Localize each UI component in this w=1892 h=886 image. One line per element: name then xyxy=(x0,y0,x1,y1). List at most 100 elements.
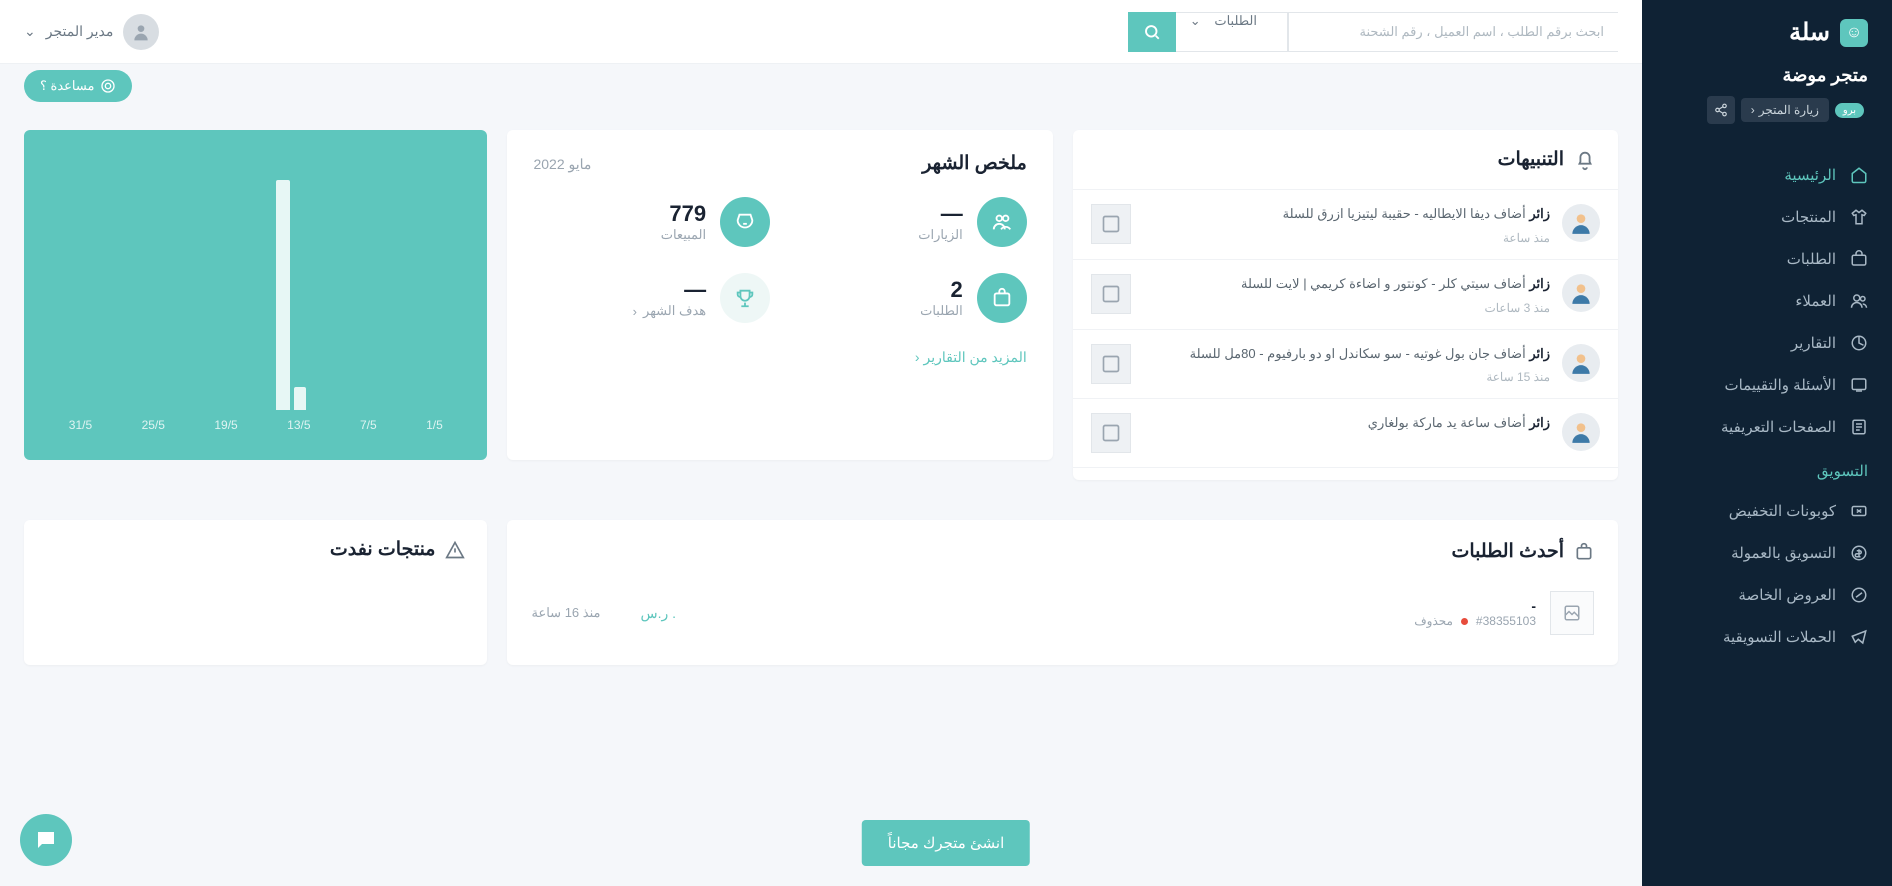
person-icon xyxy=(1568,350,1594,376)
chart-bar xyxy=(294,387,306,410)
alert-time: منذ 15 ساعة xyxy=(1143,370,1550,384)
chart-tick: 1/5 xyxy=(426,418,443,432)
share-store-button[interactable] xyxy=(1707,96,1735,124)
chart-bar xyxy=(276,180,290,410)
chart-tick: 31/5 xyxy=(69,418,92,432)
product-icon xyxy=(1101,423,1121,443)
lifebuoy-icon xyxy=(100,78,116,94)
order-row[interactable]: - #38355103 محذوف . ر.س منذ 16 ساعة xyxy=(531,581,1594,645)
stat-sales: 779 المبيعات xyxy=(533,197,770,247)
bell-icon xyxy=(1574,149,1596,171)
order-time: منذ 16 ساعة xyxy=(531,605,600,621)
stat-goal: — هدف الشهر ‹ xyxy=(533,273,770,323)
chevron-left-icon[interactable]: ‹ xyxy=(633,304,637,319)
chat-bubble-button[interactable] xyxy=(20,814,72,866)
product-icon xyxy=(1101,214,1121,234)
summary-title: ملخص الشهر xyxy=(922,152,1027,175)
user-menu[interactable]: مدير المتجر ⌄ xyxy=(24,14,159,50)
goal-icon xyxy=(720,273,770,323)
nav-label: المنتجات xyxy=(1781,208,1836,226)
search-input[interactable] xyxy=(1288,12,1618,52)
chat-icon xyxy=(34,828,58,852)
visit-store-label: زيارة المتجر xyxy=(1759,103,1819,117)
orders-label: الطلبات xyxy=(920,303,963,319)
product-icon xyxy=(1101,284,1121,304)
order-name: - xyxy=(1414,598,1536,614)
order-status: محذوف xyxy=(1414,614,1453,628)
chevron-down-icon: ⌄ xyxy=(24,23,36,40)
nav-label: التقارير xyxy=(1791,334,1836,352)
sidebar: سلة متجر موضة برو زيارة المتجر ‹ الرئيسي… xyxy=(1642,0,1892,886)
nav-label: العملاء xyxy=(1795,292,1836,310)
stat-visits: — الزيارات xyxy=(790,197,1027,247)
shirt-icon xyxy=(1850,208,1868,226)
alert-item[interactable]: زائر أضاف ساعة يد ماركة بولغاري xyxy=(1073,399,1618,468)
alert-item[interactable]: زائر أضاف سيتي كلر - كونتور و اضاءة كريم… xyxy=(1073,260,1618,330)
summary-month: مايو 2022 xyxy=(533,156,591,173)
search-icon xyxy=(1143,23,1161,41)
bag-icon xyxy=(1574,542,1594,562)
alerts-list: زائر أضاف ديفا الايطاليه - حقيبة ليتيزيا… xyxy=(1073,190,1618,468)
visit-store-button[interactable]: زيارة المتجر ‹ xyxy=(1741,98,1829,122)
nav-qa[interactable]: الأسئلة والتقييمات xyxy=(1642,364,1892,406)
nav-marketing-section: التسويق xyxy=(1642,448,1892,490)
sales-icon xyxy=(720,197,770,247)
alert-text: زائر أضاف سيتي كلر - كونتور و اضاءة كريم… xyxy=(1143,274,1550,295)
alerts-card: التنبيهات زائر أضاف ديفا الايطاليه - حقي… xyxy=(1073,130,1618,480)
brand: سلة xyxy=(1642,0,1892,65)
product-icon xyxy=(1101,354,1121,374)
chart-card: 1/57/513/519/525/531/5 xyxy=(24,130,487,460)
search-button[interactable] xyxy=(1128,12,1176,52)
person-icon xyxy=(1568,419,1594,445)
store-name: متجر موضة xyxy=(1666,65,1868,86)
chevron-down-icon: ⌄ xyxy=(1190,13,1201,28)
alert-item[interactable]: زائر أضاف جان بول غوتيه - سو سكاندل او د… xyxy=(1073,330,1618,400)
nav-label: الصفحات التعريفية xyxy=(1721,418,1836,436)
search-wrap: الطلبات ⌄ xyxy=(1128,12,1618,52)
nav-campaigns[interactable]: الحملات التسويقية xyxy=(1642,616,1892,658)
visits-icon xyxy=(977,197,1027,247)
nav-label: الرئيسية xyxy=(1784,166,1836,184)
nav-label: الحملات التسويقية xyxy=(1723,628,1836,646)
nav-affiliate[interactable]: التسويق بالعمولة xyxy=(1642,532,1892,574)
goal-label: هدف الشهر xyxy=(643,303,706,319)
chevron-left-icon: ‹ xyxy=(1751,103,1755,117)
nav-label: الأسئلة والتقييمات xyxy=(1724,376,1836,394)
chart-x-axis: 1/57/513/519/525/531/5 xyxy=(24,410,487,446)
orders-value: 2 xyxy=(920,277,963,303)
more-reports-link[interactable]: المزيد من التقارير ‹ xyxy=(533,349,1026,366)
alert-text: زائر أضاف ساعة يد ماركة بولغاري xyxy=(1143,413,1550,434)
nav-orders[interactable]: الطلبات xyxy=(1642,238,1892,280)
help-button[interactable]: مساعدة ؟ xyxy=(24,70,132,102)
brand-logo-icon xyxy=(1840,19,1868,47)
main: الطلبات ⌄ مدير المتجر ⌄ مساعدة ؟ xyxy=(0,0,1642,886)
recent-orders-card: أحدث الطلبات - #38355103 xyxy=(507,520,1618,665)
broken-image-icon xyxy=(1563,604,1581,622)
nav-special-offers[interactable]: العروض الخاصة xyxy=(1642,574,1892,616)
chart-tick: 13/5 xyxy=(287,418,310,432)
help-label: مساعدة ؟ xyxy=(40,78,94,94)
nav-reports[interactable]: التقارير xyxy=(1642,322,1892,364)
user-avatar xyxy=(123,14,159,50)
nav-coupons[interactable]: كوبونات التخفيض xyxy=(1642,490,1892,532)
alert-time: منذ ساعة xyxy=(1143,231,1550,245)
create-store-cta[interactable]: انشئ متجرك مجاناً xyxy=(862,820,1030,866)
nav-products[interactable]: المنتجات xyxy=(1642,196,1892,238)
nav-home[interactable]: الرئيسية xyxy=(1642,154,1892,196)
orders-stat-icon xyxy=(977,273,1027,323)
nav-customers[interactable]: العملاء xyxy=(1642,280,1892,322)
alert-avatar xyxy=(1562,204,1600,242)
alert-text: زائر أضاف ديفا الايطاليه - حقيبة ليتيزيا… xyxy=(1143,204,1550,225)
search-filter-select[interactable]: الطلبات ⌄ xyxy=(1176,12,1288,52)
nav-pages[interactable]: الصفحات التعريفية xyxy=(1642,406,1892,448)
chevron-left-icon: ‹ xyxy=(915,349,920,365)
visits-value: — xyxy=(918,201,962,227)
alert-product-thumb xyxy=(1091,344,1131,384)
order-id: #38355103 xyxy=(1476,614,1536,628)
warning-icon xyxy=(445,540,465,560)
coupon-icon xyxy=(1850,502,1868,520)
alert-item[interactable]: زائر أضاف ديفا الايطاليه - حقيبة ليتيزيا… xyxy=(1073,190,1618,260)
order-thumb xyxy=(1550,591,1594,635)
more-label: المزيد من التقارير xyxy=(923,349,1026,365)
pro-badge: برو xyxy=(1835,103,1864,118)
